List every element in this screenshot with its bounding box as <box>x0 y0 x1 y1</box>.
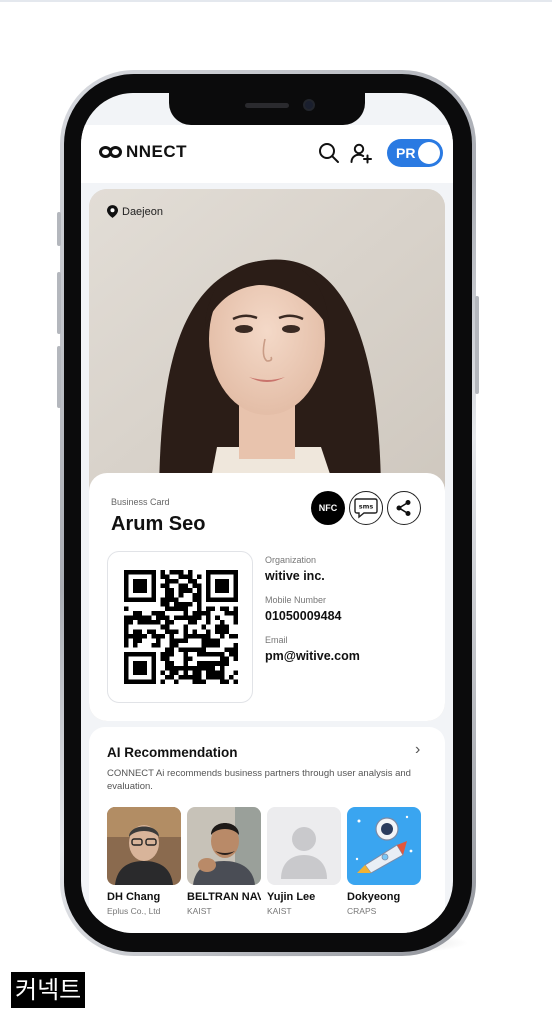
recommendation-name: BELTRAN NAVA <box>187 891 261 903</box>
ai-description: CONNECT Ai recommends business partners … <box>107 768 411 792</box>
recommendation-photo <box>107 807 181 885</box>
organization-value: witive inc. <box>265 569 325 583</box>
mobile-label: Mobile Number <box>265 595 327 605</box>
connect-logo[interactable]: NNECT <box>99 142 188 161</box>
chevron-right-icon[interactable]: › <box>415 741 420 759</box>
top-divider <box>0 0 552 2</box>
toggle-knob <box>418 142 440 164</box>
recommendation-org: CRAPS <box>347 906 377 916</box>
business-card: Business Card Arum Seo NFC sms Organizat… <box>89 473 445 721</box>
email-value[interactable]: pm@witive.com <box>265 649 360 663</box>
front-camera <box>303 99 315 111</box>
phone-notch <box>169 93 365 125</box>
sms-button[interactable]: sms <box>349 491 383 525</box>
profile-photo <box>89 189 445 489</box>
default-avatar-icon <box>267 807 341 885</box>
organization-label: Organization <box>265 555 317 565</box>
volume-up-button <box>57 272 61 334</box>
sms-text: sms <box>359 503 374 511</box>
power-button <box>475 296 479 394</box>
location-text: Daejeon <box>122 205 163 218</box>
email-label: Email <box>265 635 288 645</box>
rocket-astronaut-icon <box>347 807 421 885</box>
phone-screen: NNECT PR Daejeon Business Card Arum Seo … <box>81 93 453 933</box>
recommendation-org: KAIST <box>267 906 292 916</box>
recommendation-card[interactable]: DH Chang Eplus Co., Ltd <box>107 807 181 916</box>
card-name: Arum Seo <box>111 513 206 535</box>
mobile-value[interactable]: 01050009484 <box>265 609 341 623</box>
ai-recommendation-panel: AI Recommendation › CONNECT Ai recommend… <box>89 727 445 933</box>
share-button[interactable] <box>387 491 421 525</box>
search-icon[interactable] <box>317 141 341 165</box>
recommendation-org: Eplus Co., Ltd <box>107 906 161 916</box>
recommendation-photo <box>187 807 261 885</box>
app-header: NNECT PR <box>81 125 453 183</box>
share-icon <box>396 500 411 516</box>
recommendation-card[interactable]: Yujin Lee KAIST <box>267 807 341 916</box>
recommendation-name: Dokyeong <box>347 891 401 903</box>
nfc-button[interactable]: NFC <box>311 491 345 525</box>
pr-toggle-label: PR <box>396 145 416 161</box>
location-tag: Daejeon <box>107 205 163 218</box>
caption-label: 커넥트 <box>11 972 86 1008</box>
ai-title: AI Recommendation <box>107 745 238 760</box>
qr-code <box>124 570 238 684</box>
logo-text: NNECT <box>126 142 188 161</box>
recommendation-name: DH Chang <box>107 891 161 903</box>
location-pin-icon <box>107 205 118 218</box>
add-person-icon[interactable] <box>349 141 373 165</box>
card-label: Business Card <box>111 497 170 507</box>
recommendation-card[interactable]: BELTRAN NAVA KAIST <box>187 807 261 916</box>
volume-down-button <box>57 346 61 408</box>
logo-rings-icon <box>99 145 125 159</box>
qr-code-box[interactable] <box>107 551 253 703</box>
recommendation-org: KAIST <box>187 906 212 916</box>
speaker-grille <box>245 103 289 108</box>
recommendation-name: Yujin Lee <box>267 891 316 903</box>
recommendation-card[interactable]: Dokyeong CRAPS <box>347 807 421 916</box>
sms-bubble-icon: sms <box>354 498 378 519</box>
pr-toggle[interactable]: PR <box>387 139 443 167</box>
business-card-area: Daejeon Business Card Arum Seo NFC sms O… <box>89 189 445 721</box>
mute-switch <box>57 212 61 246</box>
